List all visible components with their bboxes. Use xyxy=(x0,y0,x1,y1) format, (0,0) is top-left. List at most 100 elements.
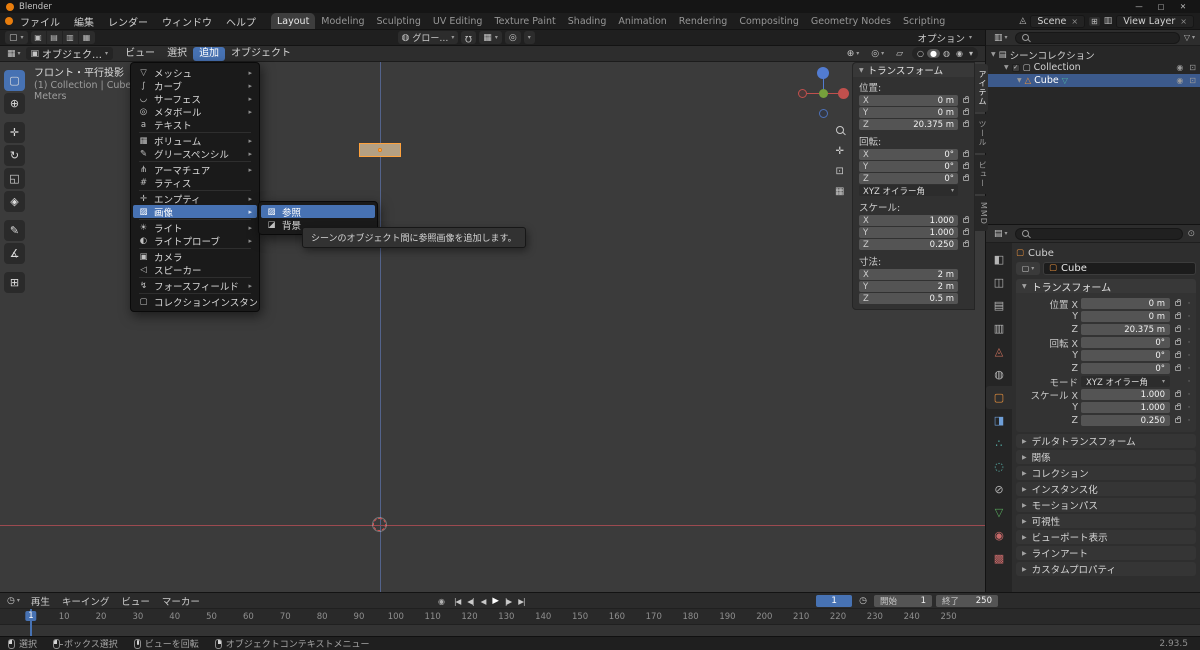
lock-icon[interactable] xyxy=(963,150,969,157)
view-layer-selector[interactable]: View Layer × xyxy=(1116,14,1194,28)
number-field[interactable]: 0.250 xyxy=(1081,415,1170,426)
viewport-menu-3[interactable]: オブジェクト xyxy=(225,47,297,61)
workspace-tab[interactable]: Modeling xyxy=(315,13,370,29)
animate-dot[interactable]: · xyxy=(1186,416,1192,426)
frame-number[interactable]: 250 xyxy=(940,612,956,622)
select-mode-new-button[interactable]: ▣ xyxy=(31,31,47,44)
number-field[interactable]: Z 20.375 m xyxy=(859,119,958,130)
add-menu-item[interactable]: ↯ フォースフィールド ▸ xyxy=(133,279,257,293)
cube-object[interactable] xyxy=(359,143,401,157)
lock-icon[interactable] xyxy=(1175,351,1181,358)
start-frame-field[interactable]: 開始 1 xyxy=(874,595,932,607)
rotation-mode-dropdown[interactable]: XYZ オイラー角 ▾ xyxy=(1081,376,1170,388)
properties-tab-modifiers[interactable]: ◨ xyxy=(986,409,1012,432)
lock-icon[interactable] xyxy=(1175,416,1181,423)
properties-editor-dropdown[interactable]: ▤ ▾ xyxy=(991,229,1011,239)
properties-tab-material[interactable]: ◉ xyxy=(986,524,1012,547)
number-field[interactable]: X 0° xyxy=(859,149,958,160)
toggle-projection-icon[interactable]: ▦ xyxy=(835,186,844,197)
lock-icon[interactable] xyxy=(963,108,969,115)
lock-icon[interactable] xyxy=(1175,338,1181,345)
frame-number[interactable]: 80 xyxy=(317,612,328,622)
lock-icon[interactable] xyxy=(1175,403,1181,410)
transform-section-header[interactable]: ▼ トランスフォーム xyxy=(1016,279,1196,294)
rendered-shading-button[interactable]: ◉ xyxy=(953,49,966,58)
number-field[interactable]: Z 0° xyxy=(859,173,958,184)
number-field[interactable]: 0° xyxy=(1081,363,1170,374)
number-field[interactable]: 0 m xyxy=(1081,298,1170,309)
add-menu-item[interactable]: ◁ スピーカー xyxy=(133,263,257,277)
n-panel-tab-3[interactable]: MMD xyxy=(975,196,988,231)
workspace-tab[interactable]: Rendering xyxy=(673,13,734,29)
proportional-editing-toggle[interactable]: ◎ xyxy=(504,31,521,44)
auto-keying-toggle[interactable]: ◉ xyxy=(438,597,445,606)
lock-icon[interactable] xyxy=(963,174,969,181)
frame-number[interactable]: 70 xyxy=(280,612,291,622)
animate-dot[interactable]: · xyxy=(1186,351,1192,361)
number-field[interactable]: X 0 m xyxy=(859,95,958,106)
proportional-falloff-dropdown[interactable]: ▾ xyxy=(523,31,535,44)
add-menu-item[interactable]: ✎ グリースペンシル ▸ xyxy=(133,147,257,161)
frame-number[interactable]: 240 xyxy=(904,612,920,622)
properties-section[interactable]: ▶ 関係 xyxy=(1016,450,1196,464)
frame-number[interactable]: 60 xyxy=(243,612,254,622)
gizmo-y-axis-ball[interactable] xyxy=(818,88,828,98)
topbar-menu-4[interactable]: ヘルプ xyxy=(219,14,263,29)
jump-to-end-button[interactable]: ▶| xyxy=(515,597,527,606)
properties-tab-scene[interactable]: ◬ xyxy=(986,340,1012,363)
play-reverse-button[interactable]: ◀ xyxy=(478,597,489,606)
end-frame-field[interactable]: 終了 250 xyxy=(936,595,998,607)
add-menu-item[interactable]: ▢コレクションインスタンス▸ xyxy=(133,295,257,309)
navigation-gizmo[interactable] xyxy=(795,65,853,123)
viewport-menu-0[interactable]: ビュー xyxy=(119,47,161,61)
tool-select-box[interactable]: ▢ xyxy=(4,70,25,91)
disclosure-triangle-icon[interactable]: ▼ xyxy=(1017,77,1022,84)
frame-number[interactable]: 20 xyxy=(96,612,107,622)
number-field[interactable]: Z 0.5 m xyxy=(859,293,958,304)
lock-icon[interactable] xyxy=(963,216,969,223)
frame-number[interactable]: 190 xyxy=(719,612,735,622)
frame-number[interactable]: 220 xyxy=(830,612,846,622)
properties-tab-particles[interactable]: ∴ xyxy=(986,432,1012,455)
n-panel-tab-0[interactable]: アイテム xyxy=(975,64,988,112)
gizmo-dropdown[interactable]: ⊕ ▾ xyxy=(844,49,863,59)
add-menu-item[interactable]: ▽ メッシュ ▸ xyxy=(133,66,257,80)
tool-move[interactable]: ✛ xyxy=(4,122,25,143)
lock-icon[interactable] xyxy=(1175,299,1181,306)
frame-number[interactable]: 150 xyxy=(572,612,588,622)
select-mode-extend-button[interactable]: ▤ xyxy=(47,31,63,44)
properties-tab-render[interactable]: ◫ xyxy=(986,271,1012,294)
pin-icon[interactable]: ⊙ xyxy=(1187,229,1195,239)
topbar-menu-2[interactable]: レンダー xyxy=(101,14,155,29)
tool-annotate[interactable]: ✎ xyxy=(4,220,25,241)
number-field[interactable]: 0° xyxy=(1081,350,1170,361)
workspace-tab[interactable]: UV Editing xyxy=(427,13,489,29)
select-mode-intersect-button[interactable]: ▦ xyxy=(79,31,95,44)
properties-tab-object[interactable]: ▢ xyxy=(986,386,1012,409)
jump-to-start-button[interactable]: |◀ xyxy=(451,597,463,606)
frame-number[interactable]: 180 xyxy=(682,612,698,622)
tool-cursor[interactable]: ⊕ xyxy=(4,93,25,114)
object-type-dropdown[interactable]: ▢ ▾ xyxy=(1016,261,1040,275)
tool-rotate[interactable]: ↻ xyxy=(4,145,25,166)
add-menu-item[interactable]: ☀ ライト ▸ xyxy=(133,221,257,235)
properties-section[interactable]: ▶ カスタムプロパティ xyxy=(1016,562,1196,576)
play-button[interactable]: ▶ xyxy=(489,596,501,606)
timeline-ruler[interactable]: 1 10 20 30 40 50 60 70 80 90 100 110 120 130 140 150 160… xyxy=(0,609,1200,625)
frame-number[interactable]: 230 xyxy=(867,612,883,622)
camera-view-icon[interactable]: ⊡ xyxy=(836,166,844,177)
current-frame-field[interactable]: 1 xyxy=(816,595,853,607)
collection-checkbox[interactable]: ✓ xyxy=(1011,63,1020,72)
properties-tab-output[interactable]: ▤ xyxy=(986,294,1012,317)
rotation-mode-dropdown[interactable]: XYZ オイラー角 ▾ xyxy=(859,185,958,197)
properties-tab-physics[interactable]: ◌ xyxy=(986,455,1012,478)
viewport-menu-2[interactable]: 追加 xyxy=(193,46,226,61)
frame-number[interactable]: 170 xyxy=(646,612,662,622)
frame-number[interactable]: 50 xyxy=(206,612,217,622)
properties-section[interactable]: ▶ デルタトランスフォーム xyxy=(1016,434,1196,448)
frame-number[interactable]: 130 xyxy=(498,612,514,622)
add-menu-item[interactable]: a テキスト xyxy=(133,118,257,132)
eye-icon[interactable]: ◉ xyxy=(1176,63,1183,72)
preview-range-toggle[interactable]: ◷ xyxy=(856,596,870,606)
transform-panel-header[interactable]: ▼ トランスフォーム xyxy=(853,63,974,77)
